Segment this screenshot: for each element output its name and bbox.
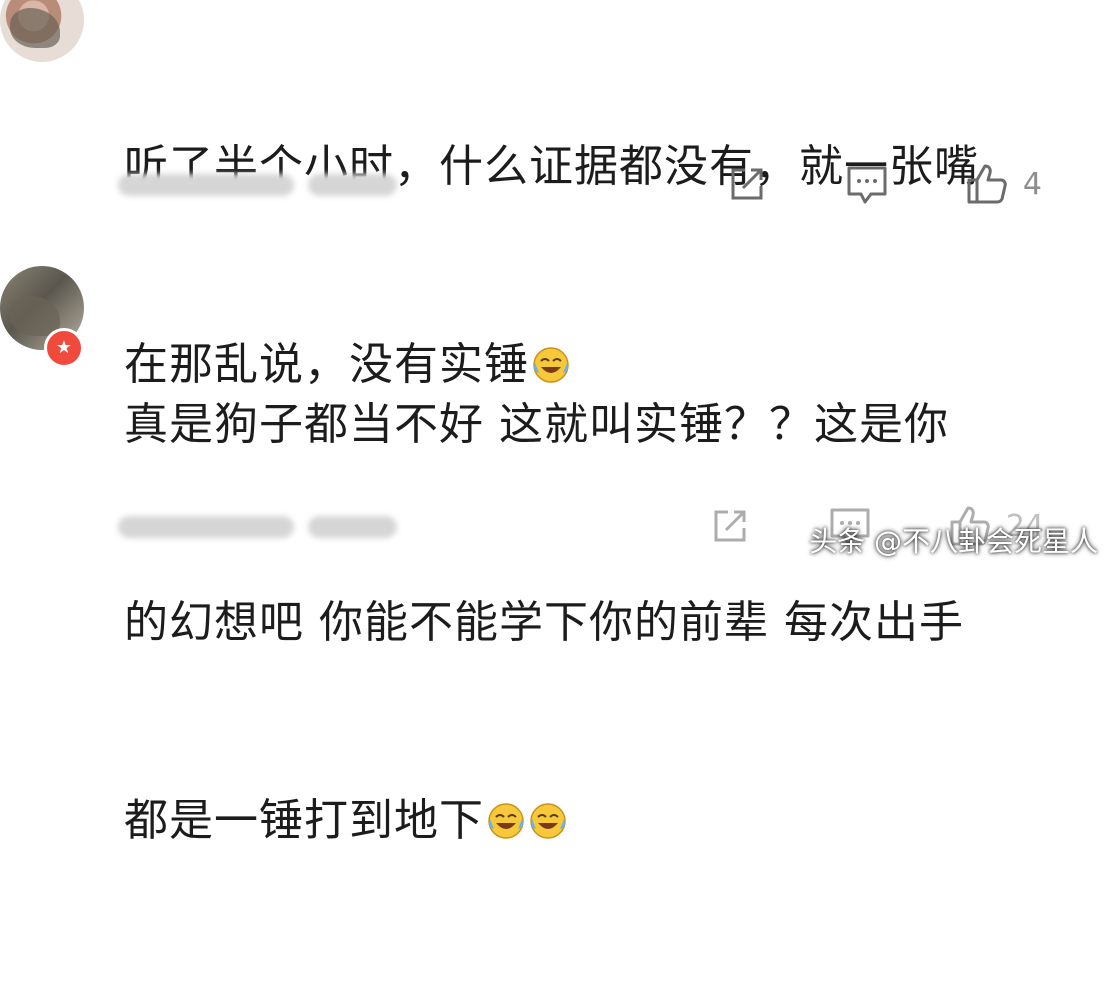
thumbs-up-icon [963,160,1011,208]
comment-item: 听了半个小时，什么证据都没有，就一张嘴 在那乱说，没有实锤 ████ ██ ██… [0,0,1112,232]
blurred-location: █████ [308,174,397,196]
blurred-timestamp: ████ ██ ██:██ [118,516,294,538]
like-count: 4 [1023,167,1042,202]
reply-button[interactable] [843,160,891,208]
blurred-location: █████ [308,516,397,538]
blurred-timestamp: ████ ██ ██:██ [118,174,294,196]
comment-meta: ████ ██ ██:██ █████ [118,512,397,542]
share-icon [723,160,771,208]
comment-actions: 4 [651,160,1042,208]
watermark: 头条 @不八卦会死星人 [809,520,1098,560]
share-button[interactable] [706,502,754,550]
share-icon [706,502,754,550]
comment-text-line: 的幻想吧 你能不能学下你的前辈 每次出手 [124,590,1084,656]
laugh-cry-emoji-icon [528,801,568,841]
comment-icon [843,160,891,208]
comment-text: 真是狗子都当不好 这就叫实锤？？这是你 的幻想吧 你能不能学下你的前辈 每次出手… [124,260,1084,986]
comment-text-segment: 都是一锤打到地下 [124,795,484,846]
avatar[interactable] [0,0,84,62]
verified-badge: ★ [44,328,84,368]
share-button[interactable] [723,160,771,208]
like-button[interactable]: 4 [963,160,1042,208]
comment-meta: ████ ██ ██:██ █████ [118,170,397,200]
comment-text-line: 都是一锤打到地下 [124,788,1084,854]
comment-text-line: 真是狗子都当不好 这就叫实锤？？这是你 [124,392,1084,458]
laugh-cry-emoji-icon [486,801,526,841]
